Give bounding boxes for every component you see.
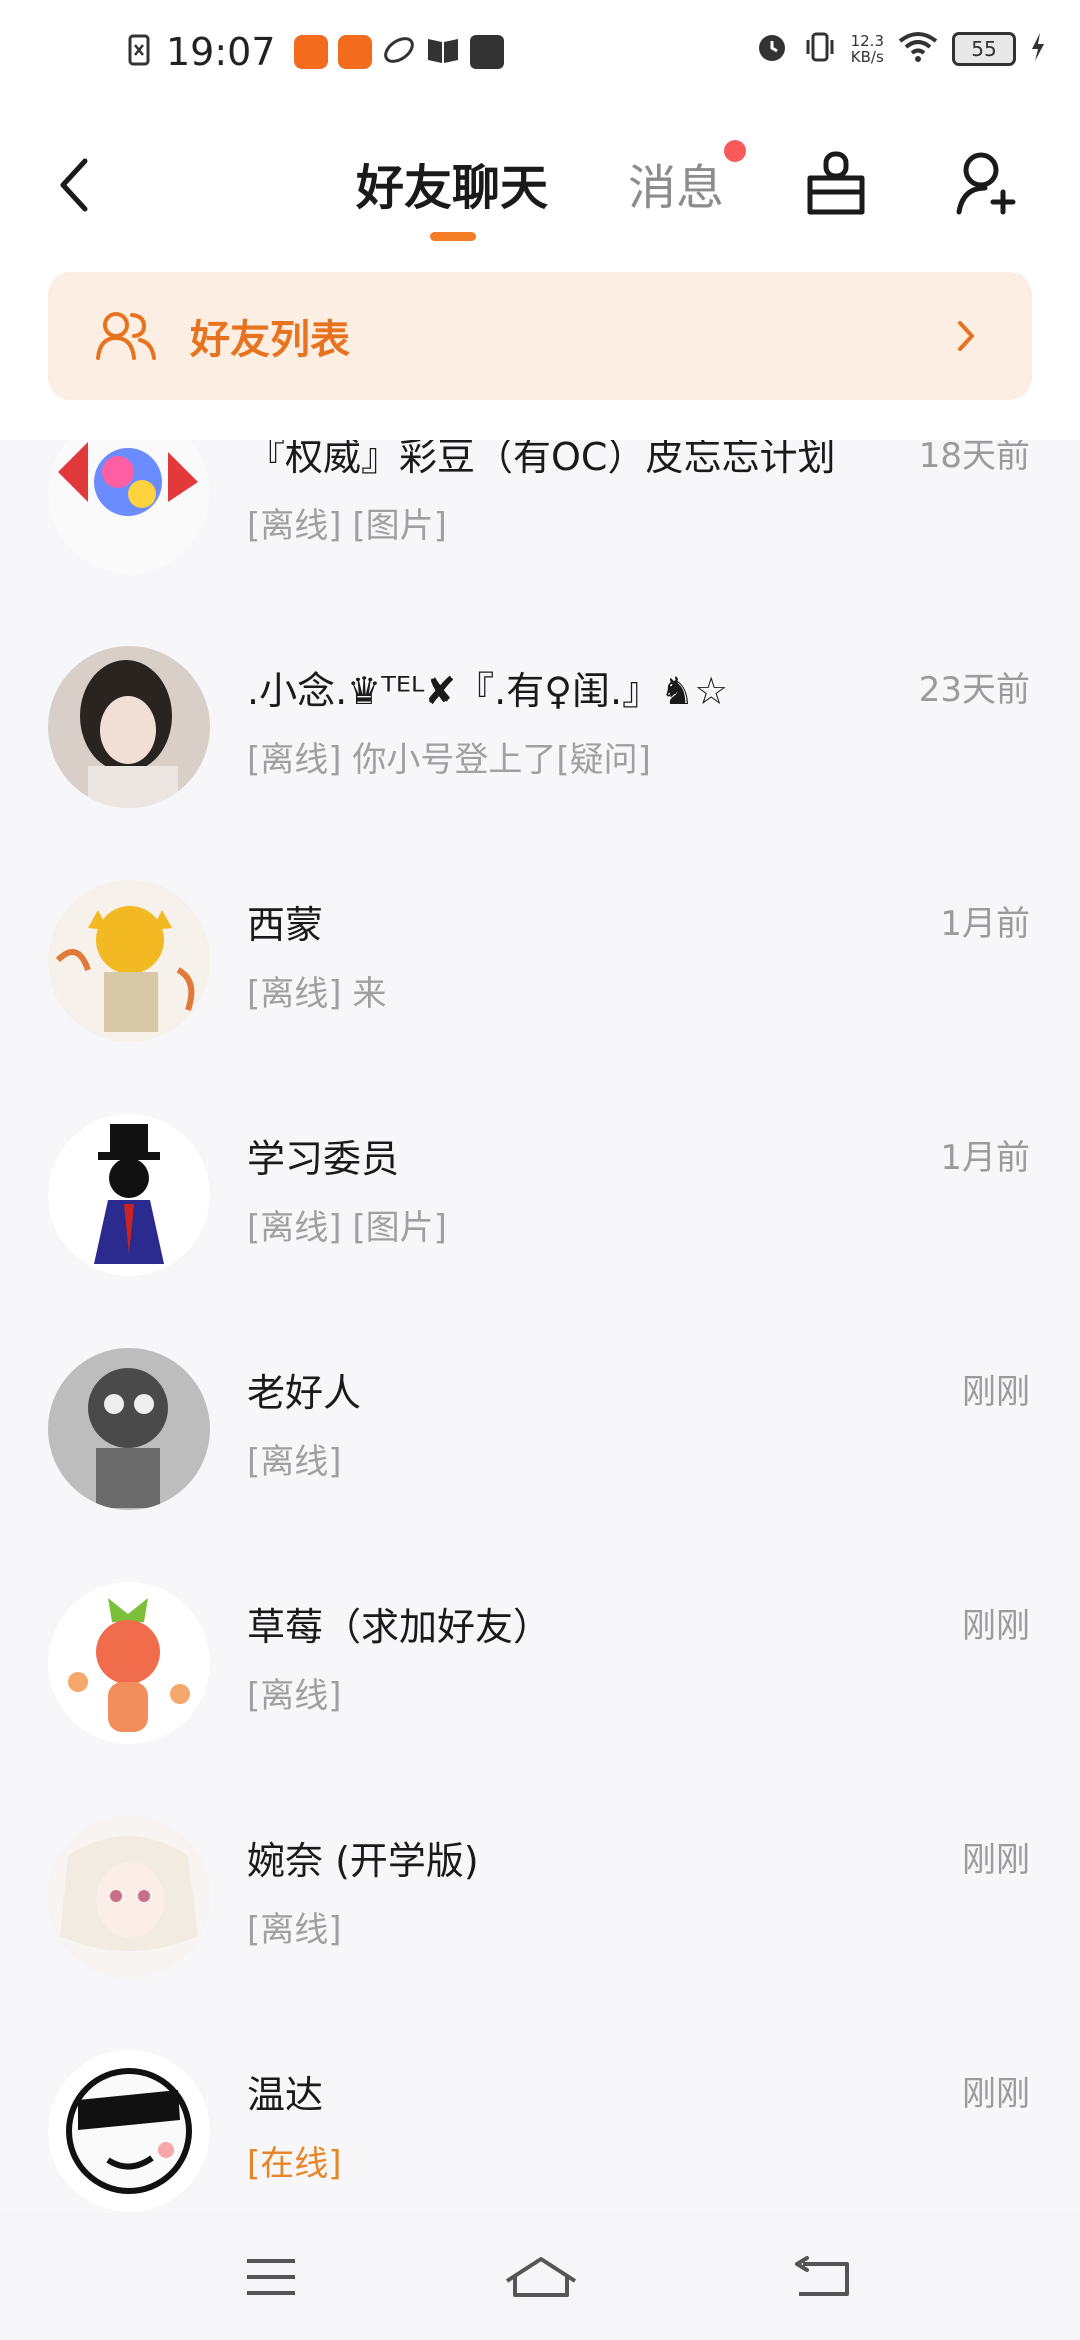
back-icon bbox=[795, 2256, 849, 2296]
add-friend-button[interactable] bbox=[946, 138, 1026, 228]
friend-list-label: 好友列表 bbox=[190, 317, 350, 363]
chat-time: 刚刚 bbox=[962, 1840, 1030, 1880]
back-nav-button[interactable] bbox=[778, 2237, 868, 2317]
battery-icon: 55 bbox=[952, 32, 1016, 66]
chat-name: 老好人 bbox=[247, 1371, 362, 1415]
status-bar: 19:07 12.3 KB/s 55 bbox=[0, 0, 1080, 120]
status-time: 19:07 bbox=[166, 30, 276, 74]
avatar bbox=[48, 1114, 210, 1276]
menu-icon bbox=[247, 2259, 295, 2295]
chat-time: 刚刚 bbox=[962, 2074, 1030, 2114]
chat-preview: [离线] bbox=[247, 1442, 342, 1482]
avatar bbox=[48, 440, 210, 574]
chat-preview: [离线] bbox=[247, 1910, 342, 1950]
chevron-left-icon bbox=[60, 158, 88, 212]
leaf-icon bbox=[382, 33, 416, 71]
chat-name: .小念.♛ᵀᴱᴸ✘『.有♀闺.』♞☆ bbox=[247, 669, 729, 713]
friend-list-banner[interactable]: 好友列表 bbox=[48, 272, 1032, 400]
network-speed-value: 12.3 bbox=[850, 32, 884, 50]
chat-time: 23天前 bbox=[918, 670, 1030, 710]
chat-time: 1月前 bbox=[940, 904, 1030, 944]
system-nav-bar bbox=[0, 2213, 1080, 2340]
active-tab-indicator bbox=[430, 232, 476, 241]
vibrate-icon bbox=[803, 30, 837, 68]
network-speed: 12.3 KB/s bbox=[851, 33, 884, 65]
friends-icon bbox=[94, 304, 158, 368]
header: 好友聊天 消息 bbox=[0, 120, 1080, 250]
chat-time: 刚刚 bbox=[962, 1606, 1030, 1646]
back-button[interactable] bbox=[44, 140, 104, 230]
chat-preview: [离线] bbox=[247, 1676, 342, 1716]
chat-row[interactable]: 温达 刚刚 [在线] bbox=[0, 1988, 1080, 2213]
app-badge-icon bbox=[293, 35, 328, 69]
chat-name: 西蒙 bbox=[247, 903, 324, 947]
avatar bbox=[48, 1348, 210, 1510]
tab-messages[interactable]: 消息 bbox=[628, 148, 724, 218]
avatar bbox=[48, 880, 210, 1042]
avatar bbox=[48, 1816, 210, 1978]
avatar bbox=[48, 646, 210, 808]
chat-row[interactable]: 『权威』彩豆（有OC）皮忘忘计划 18天前 [离线] [图片] bbox=[0, 440, 1080, 584]
chat-list[interactable]: 『权威』彩豆（有OC）皮忘忘计划 18天前 [离线] [图片] .小念.♛ᵀᴱᴸ… bbox=[0, 440, 1080, 2213]
broom-icon bbox=[807, 151, 865, 215]
book-icon bbox=[426, 35, 460, 69]
chat-row[interactable]: 学习委员 1月前 [离线] [图片] bbox=[0, 1052, 1080, 1286]
chat-row[interactable]: 草莓（求加好友） 刚刚 [离线] bbox=[0, 1520, 1080, 1754]
sim-icon bbox=[128, 34, 150, 70]
chat-row[interactable]: 西蒙 1月前 [离线] 来 bbox=[0, 818, 1080, 1052]
add-user-icon bbox=[956, 152, 1016, 215]
chat-preview: [离线] [图片] bbox=[247, 506, 447, 546]
alarm-icon bbox=[755, 30, 789, 68]
chat-name: 『权威』彩豆（有OC）皮忘忘计划 bbox=[247, 440, 836, 479]
chat-preview: [离线] [图片] bbox=[247, 1208, 447, 1248]
status-left: 19:07 bbox=[128, 30, 504, 74]
chat-time: 刚刚 bbox=[962, 1372, 1030, 1412]
network-speed-unit: KB/s bbox=[850, 48, 884, 66]
chevron-right-icon bbox=[956, 312, 986, 360]
chat-row[interactable]: 老好人 刚刚 [离线] bbox=[0, 1286, 1080, 1520]
wifi-icon bbox=[898, 31, 938, 67]
avatar bbox=[48, 2050, 210, 2212]
chat-row[interactable]: 婉奈 (开学版) 刚刚 [离线] bbox=[0, 1754, 1080, 1988]
status-right: 12.3 KB/s 55 bbox=[755, 30, 1046, 68]
chat-name: 学习委员 bbox=[247, 1137, 400, 1181]
chat-preview: [离线] 来 bbox=[247, 974, 387, 1014]
chat-time: 1月前 bbox=[940, 1138, 1030, 1178]
chat-name: 草莓（求加好友） bbox=[247, 1605, 552, 1649]
recent-apps-button[interactable] bbox=[226, 2237, 316, 2317]
home-icon bbox=[505, 2257, 577, 2297]
unread-dot bbox=[724, 140, 746, 162]
app-badge-icon bbox=[337, 35, 372, 69]
charging-icon bbox=[1030, 32, 1046, 66]
chat-name: 温达 bbox=[247, 2073, 324, 2117]
vivo-icon bbox=[469, 35, 504, 69]
chat-preview-online: [在线] bbox=[247, 2144, 342, 2184]
battery-level: 55 bbox=[971, 37, 997, 61]
clean-button[interactable] bbox=[796, 138, 876, 228]
avatar bbox=[48, 1582, 210, 1744]
tab-friend-chat[interactable]: 好友聊天 bbox=[356, 148, 548, 218]
chat-time: 18天前 bbox=[918, 440, 1030, 476]
chat-preview: [离线] 你小号登上了[疑问] bbox=[247, 740, 651, 780]
chat-row[interactable]: .小念.♛ᵀᴱᴸ✘『.有♀闺.』♞☆ 23天前 [离线] 你小号登上了[疑问] bbox=[0, 584, 1080, 818]
home-button[interactable] bbox=[496, 2237, 586, 2317]
chat-name: 婉奈 (开学版) bbox=[247, 1839, 479, 1883]
